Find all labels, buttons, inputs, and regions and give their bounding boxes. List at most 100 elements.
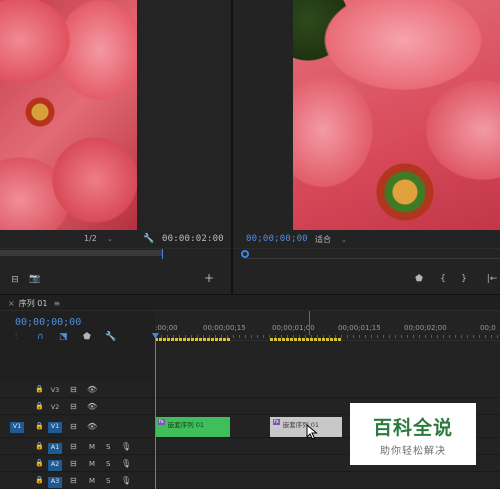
chevron-down-icon: ⌄ xyxy=(106,235,113,243)
clip-label: 嵌套序列 01 xyxy=(167,421,205,429)
track-name[interactable]: A2 xyxy=(48,460,62,471)
mark-out-icon[interactable]: } xyxy=(459,274,469,284)
fx-badge: fx xyxy=(158,419,165,425)
source-video-frame xyxy=(0,0,231,230)
source-monitor: 1/2 ⌄ 🔧 00:00:02:00 ⊟ 📷 + xyxy=(0,0,231,294)
sync-lock-icon[interactable]: ⊟ xyxy=(70,422,77,431)
timeline-tab-bar: × 序列 01 ≡ xyxy=(0,295,500,311)
microphone-icon[interactable]: 🎙 xyxy=(121,459,131,468)
sync-lock-icon[interactable]: ⊟ xyxy=(70,459,77,468)
track-v3: 🔒 V3 ⊟ 👁 xyxy=(0,382,500,398)
solo-button[interactable]: S xyxy=(106,477,110,485)
mute-button[interactable]: M xyxy=(89,460,95,468)
clip[interactable]: fx 嵌套序列 01 xyxy=(155,417,230,437)
poinsettia-closeup-image xyxy=(293,0,500,230)
fx-badge: fx xyxy=(273,419,280,425)
watermark-subtitle: 助你轻松解决 xyxy=(380,446,446,457)
fit-value: 适合 xyxy=(315,235,331,244)
plus-icon[interactable]: + xyxy=(203,272,215,284)
ruler-marker-line xyxy=(309,311,310,335)
pillarbox xyxy=(137,0,231,230)
wrench-icon[interactable]: 🔧 xyxy=(105,332,116,342)
source-playhead[interactable] xyxy=(162,249,163,259)
poinsettia-image xyxy=(0,0,137,230)
track-header: 🔒 A1 ⊟ M S 🎙 xyxy=(0,439,155,454)
lock-icon[interactable]: 🔒 xyxy=(35,422,44,430)
track-name[interactable]: A3 xyxy=(48,477,62,488)
export-frame-icon[interactable]: ⊟ xyxy=(9,275,21,285)
sync-lock-icon[interactable]: ⊟ xyxy=(70,402,77,411)
track-a3: 🔒 A3 ⊟ M S 🎙 xyxy=(0,473,500,489)
source-patch[interactable]: V1 xyxy=(10,422,24,433)
mute-button[interactable]: M xyxy=(89,477,95,485)
watermark: 百科全说 助你轻松解决 xyxy=(350,403,476,465)
track-name[interactable]: V3 xyxy=(48,386,62,397)
lock-icon[interactable]: 🔒 xyxy=(35,442,44,450)
lock-icon[interactable]: 🔒 xyxy=(35,402,44,410)
track-content[interactable] xyxy=(155,382,500,397)
lock-icon[interactable]: 🔒 xyxy=(35,385,44,393)
timeline-timecode[interactable]: 00;00;00;00 xyxy=(15,317,81,328)
track-header: 🔒 V2 ⊟ 👁 xyxy=(0,399,155,414)
ruler-label: 00;0 xyxy=(480,324,496,332)
source-zoom-dropdown[interactable]: 1/2 ⌄ xyxy=(84,234,113,243)
timeline-ruler[interactable]: :00;00 00;00;00;15 00;00;01;00 00;00;01;… xyxy=(155,311,500,341)
nest-icon[interactable]: ⫶ xyxy=(15,332,17,342)
source-toolbar: ⊟ 📷 + xyxy=(0,268,231,290)
microphone-icon[interactable]: 🎙 xyxy=(121,442,131,451)
ruler-label: 00;00;00;15 xyxy=(203,324,246,332)
go-to-in-icon[interactable]: |← xyxy=(485,274,499,284)
track-name[interactable]: A1 xyxy=(48,443,62,454)
mark-in-icon[interactable]: { xyxy=(438,274,448,284)
microphone-icon[interactable]: 🎙 xyxy=(121,476,131,485)
eye-icon[interactable]: 👁 xyxy=(87,422,97,431)
program-mini-timeline[interactable] xyxy=(233,248,500,262)
lock-icon[interactable]: 🔒 xyxy=(35,459,44,467)
ruler-label: 00;00;01;15 xyxy=(338,324,381,332)
fit-dropdown[interactable]: 适合 ⌄ xyxy=(315,234,347,245)
mouse-cursor-icon xyxy=(306,424,318,440)
ruler-label: :00;00 xyxy=(155,324,178,332)
linked-selection-icon[interactable]: ⬔ xyxy=(59,332,68,342)
eye-icon[interactable]: 👁 xyxy=(87,385,97,394)
tab-sequence-01[interactable]: × 序列 01 ≡ xyxy=(8,298,60,309)
solo-button[interactable]: S xyxy=(106,460,110,468)
track-header: 🔒 V3 ⊟ 👁 xyxy=(0,382,155,397)
timeline-tools: ⫶ ∩ ⬔ ⬟ 🔧 xyxy=(15,332,135,344)
source-mini-timeline[interactable] xyxy=(0,248,231,262)
wrench-icon[interactable]: 🔧 xyxy=(143,234,154,244)
snap-icon[interactable]: ∩ xyxy=(37,332,44,342)
sync-lock-icon[interactable]: ⊟ xyxy=(70,476,77,485)
source-timecode: 00:00:02:00 xyxy=(162,234,224,244)
watermark-title: 百科全说 xyxy=(372,417,453,439)
program-monitor: 00;00;00;00 适合 ⌄ ⬟ { } |← xyxy=(233,0,500,294)
work-area-bar[interactable] xyxy=(270,338,342,341)
tab-label: 序列 01 xyxy=(18,299,48,308)
eye-icon[interactable]: 👁 xyxy=(87,402,97,411)
track-header: V1 🔒 V1 ⊟ 👁 xyxy=(0,416,155,437)
program-playhead[interactable] xyxy=(241,250,249,258)
marker-icon[interactable]: ⬟ xyxy=(414,274,424,284)
track-name[interactable]: V1 xyxy=(48,422,62,433)
work-area-bar[interactable] xyxy=(155,338,230,341)
track-name[interactable]: V2 xyxy=(48,403,62,414)
program-control-bar: 00;00;00;00 适合 ⌄ xyxy=(233,230,500,250)
source-scrub-track xyxy=(0,250,162,256)
pillarbox xyxy=(233,0,293,230)
program-scrub-track xyxy=(245,258,500,259)
lock-icon[interactable]: 🔒 xyxy=(35,476,44,484)
solo-button[interactable]: S xyxy=(106,443,110,451)
playhead-line[interactable] xyxy=(155,335,156,489)
track-content[interactable] xyxy=(155,473,500,488)
menu-icon[interactable]: ≡ xyxy=(53,299,60,308)
sync-lock-icon[interactable]: ⊟ xyxy=(70,442,77,451)
close-icon[interactable]: × xyxy=(8,299,15,308)
track-header: 🔒 A3 ⊟ M S 🎙 xyxy=(0,473,155,488)
program-toolbar: ⬟ { } |← xyxy=(233,268,500,290)
add-marker-icon[interactable]: ⬟ xyxy=(83,332,91,342)
source-zoom-value: 1/2 xyxy=(84,234,97,243)
sync-lock-icon[interactable]: ⊟ xyxy=(70,385,77,394)
mute-button[interactable]: M xyxy=(89,443,95,451)
camera-icon[interactable]: 📷 xyxy=(29,274,41,284)
program-timecode[interactable]: 00;00;00;00 xyxy=(246,234,308,244)
